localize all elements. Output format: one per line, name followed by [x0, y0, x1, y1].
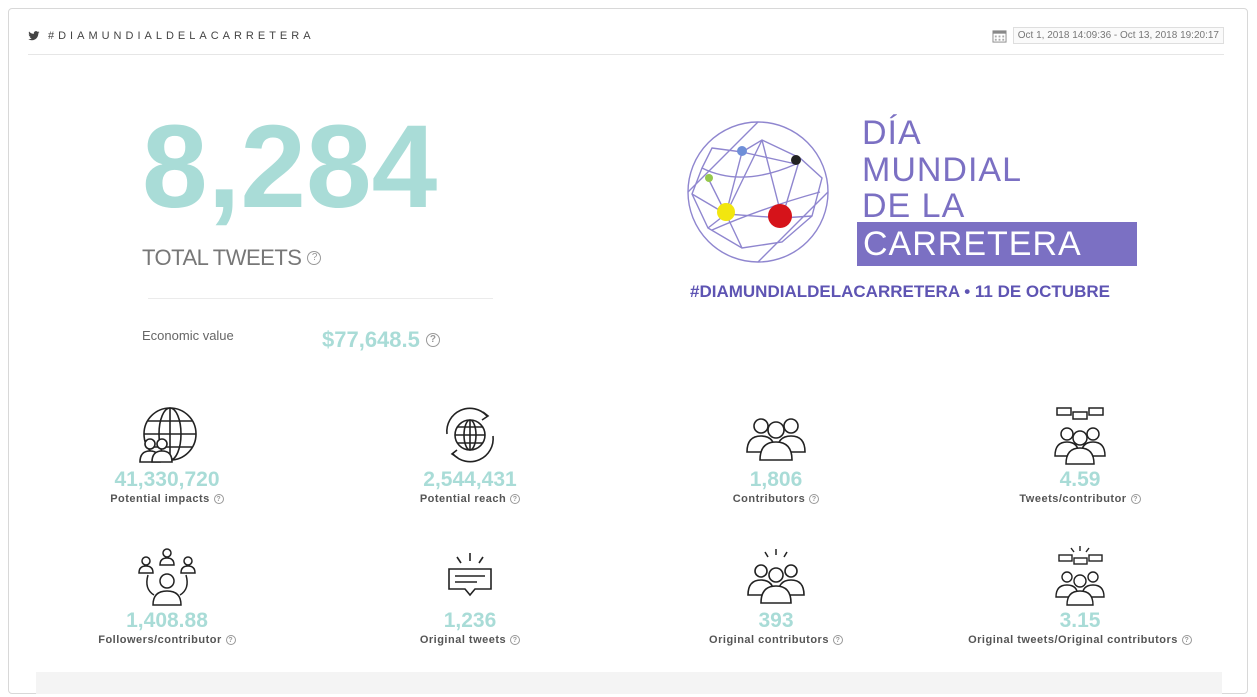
stat-label-group: Original tweets/Original contributors ?	[940, 634, 1220, 646]
total-tweets-label-group: TOTAL TWEETS ?	[142, 245, 322, 271]
stat-value: 1,408.88	[126, 609, 208, 632]
people-chat-spark-icon	[1055, 546, 1105, 606]
banner-line-1: DÍA	[862, 114, 922, 152]
divider	[148, 298, 493, 299]
hashtag-title: #DIAMUNDIALDELACARRETERA	[48, 30, 315, 42]
stat-label: Tweets/contributor	[1019, 493, 1127, 505]
economic-value: $77,648.5	[322, 327, 420, 352]
stat-original-tweets: 1,236 Original tweets ?	[330, 545, 610, 646]
stat-label-group: Original tweets ?	[330, 634, 610, 646]
stat-value: 1,236	[443, 609, 497, 632]
stat-original-tweets-per-original-contributors: 3.15 Original tweets/Original contributo…	[940, 545, 1220, 646]
stat-contributors: 1,806 Contributors ?	[636, 404, 916, 505]
help-icon[interactable]: ?	[832, 635, 843, 645]
help-icon[interactable]: ?	[510, 635, 521, 645]
banner-line-3: DE LA	[862, 187, 966, 225]
network-globe-logo-icon	[687, 121, 829, 263]
globe-refresh-icon	[446, 407, 494, 463]
stat-value: 3.15	[1059, 609, 1101, 632]
people-chat-icon	[1054, 407, 1106, 465]
help-icon[interactable]: ?	[307, 251, 322, 265]
stat-label-group: Potential impacts ?	[27, 493, 307, 505]
banner-line-2: MUNDIAL	[862, 151, 1023, 189]
banner-hashtag: #DIAMUNDIALDELACARRETERA • 11 DE OCTUBRE	[690, 282, 1110, 301]
hashtag-title-group: #DIAMUNDIALDELACARRETERA	[28, 30, 315, 42]
stat-label-group: Tweets/contributor ?	[940, 493, 1220, 505]
help-icon[interactable]: ?	[1181, 635, 1192, 645]
date-range-picker[interactable]: Oct 1, 2018 14:09:36 - Oct 13, 2018 19:2…	[992, 27, 1224, 44]
message-spark-icon	[448, 553, 492, 597]
stat-label: Original tweets	[419, 634, 507, 646]
people-spark-icon	[747, 549, 805, 604]
banner-highlight-box: CARRETERA	[857, 222, 1137, 266]
top-bar: #DIAMUNDIALDELACARRETERA Oct 1, 2018 14:…	[28, 27, 1224, 55]
stat-value: 2,544,431	[423, 468, 517, 491]
stat-label: Contributors	[732, 493, 806, 505]
stat-label: Followers/contributor	[98, 634, 222, 646]
stat-value: 41,330,720	[114, 468, 220, 491]
stat-label-group: Contributors ?	[636, 493, 916, 505]
globe-people-icon	[139, 407, 197, 463]
stat-label-group: Original contributors ?	[636, 634, 916, 646]
stat-followers-per-contributor: 1,408.88 Followers/contributor ?	[27, 545, 307, 646]
stat-label: Potential reach	[419, 493, 507, 505]
economic-value-label: Economic value	[142, 328, 234, 343]
stat-value: 4.59	[1059, 468, 1101, 491]
stat-potential-reach: 2,544,431 Potential reach ?	[330, 404, 610, 505]
stat-potential-impacts: 41,330,720 Potential impacts ?	[27, 404, 307, 505]
people-group-icon	[746, 418, 806, 461]
total-tweets-value: 8,284	[142, 101, 438, 233]
stat-label: Potential impacts	[110, 493, 210, 505]
help-icon[interactable]: ?	[213, 494, 224, 504]
stat-label-group: Followers/contributor ?	[27, 634, 307, 646]
footer-strip	[36, 672, 1222, 694]
stat-value: 1,806	[749, 468, 803, 491]
help-icon[interactable]: ?	[510, 494, 521, 504]
help-icon[interactable]: ?	[809, 494, 820, 504]
stat-original-contributors: 393 Original contributors ?	[636, 545, 916, 646]
date-range-text[interactable]: Oct 1, 2018 14:09:36 - Oct 13, 2018 19:2…	[1012, 27, 1224, 44]
economic-value-group: $77,648.5 ?	[322, 327, 440, 353]
help-icon[interactable]: ?	[1130, 494, 1141, 504]
banner-line-4: CARRETERA	[863, 225, 1082, 263]
calendar-icon[interactable]	[992, 29, 1007, 43]
stat-label-group: Potential reach ?	[330, 493, 610, 505]
stat-tweets-per-contributor: 4.59 Tweets/contributor ?	[940, 404, 1220, 505]
stat-label: Original contributors	[709, 634, 829, 646]
people-network-icon	[138, 548, 196, 606]
total-tweets-label: TOTAL TWEETS	[142, 245, 302, 270]
stat-value: 393	[758, 609, 794, 632]
twitter-icon	[28, 31, 40, 41]
help-icon[interactable]: ?	[225, 635, 236, 645]
help-icon[interactable]: ?	[425, 333, 440, 347]
stat-label: Original tweets/Original contributors	[968, 634, 1178, 646]
